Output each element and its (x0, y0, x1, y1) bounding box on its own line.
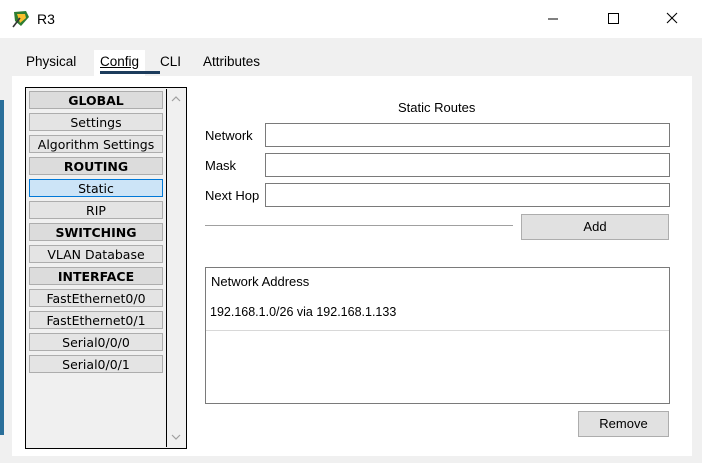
static-routes-title: Static Routes (398, 100, 476, 115)
nav-item-rip[interactable]: RIP (29, 201, 163, 219)
tab-label: CLI (160, 54, 182, 69)
next-hop-input[interactable] (265, 183, 670, 207)
remove-route-button[interactable]: Remove (578, 411, 669, 437)
tab-bar: Physical Config CLI Attributes (12, 50, 282, 76)
nav-item-fastethernet0-1[interactable]: FastEthernet0/1 (29, 311, 163, 329)
separator-line (205, 225, 513, 227)
nav-scrollbar[interactable] (167, 89, 185, 447)
tab-label: Config (100, 54, 140, 69)
network-input[interactable] (265, 123, 670, 147)
minimize-icon (548, 18, 558, 20)
nav-header-global: GLOBAL (29, 91, 163, 109)
route-row[interactable]: 192.168.1.0/26 via 192.168.1.133 (210, 305, 396, 319)
routes-list-header: Network Address (211, 274, 310, 289)
routes-list[interactable]: Network Address 192.168.1.0/26 via 192.1… (205, 267, 670, 404)
add-route-button[interactable]: Add (521, 214, 669, 240)
router-app-icon (11, 9, 31, 29)
nav-item-settings[interactable]: Settings (29, 113, 163, 131)
minimize-button[interactable] (530, 0, 576, 38)
nav-header-switching: SWITCHING (29, 223, 163, 241)
tab-cli[interactable]: CLI (154, 50, 187, 76)
routes-list-divider (206, 330, 669, 331)
maximize-icon (608, 13, 619, 24)
nav-item-algorithm-settings[interactable]: Algorithm Settings (29, 135, 163, 153)
mask-label: Mask (205, 158, 237, 173)
active-tab-indicator (100, 71, 160, 74)
next-hop-label: Next Hop (205, 188, 260, 203)
maximize-button[interactable] (590, 0, 636, 38)
nav-header-routing: ROUTING (29, 157, 163, 175)
nav-item-static[interactable]: Static (29, 179, 163, 197)
nav-list-viewport: GLOBAL Settings Algorithm Settings ROUTI… (27, 89, 167, 447)
background-window-edge (0, 100, 4, 435)
nav-item-fastethernet0-0[interactable]: FastEthernet0/0 (29, 289, 163, 307)
close-icon (666, 12, 678, 24)
config-nav-list: GLOBAL Settings Algorithm Settings ROUTI… (25, 87, 187, 449)
scroll-up-icon[interactable] (171, 95, 181, 103)
tab-attributes[interactable]: Attributes (197, 50, 266, 76)
nav-item-serial0-0-0[interactable]: Serial0/0/0 (29, 333, 163, 351)
nav-item-serial0-0-1[interactable]: Serial0/0/1 (29, 355, 163, 373)
tab-physical[interactable]: Physical (20, 50, 82, 76)
nav-header-interface: INTERFACE (29, 267, 163, 285)
scroll-down-icon[interactable] (171, 433, 181, 441)
tab-label: Physical (26, 54, 77, 69)
close-button[interactable] (648, 0, 694, 38)
network-label: Network (205, 128, 253, 143)
title-bar: R3 (0, 0, 702, 38)
tab-label: Attributes (203, 54, 261, 69)
mask-input[interactable] (265, 153, 670, 177)
nav-item-vlan-database[interactable]: VLAN Database (29, 245, 163, 263)
window-title: R3 (37, 11, 55, 27)
